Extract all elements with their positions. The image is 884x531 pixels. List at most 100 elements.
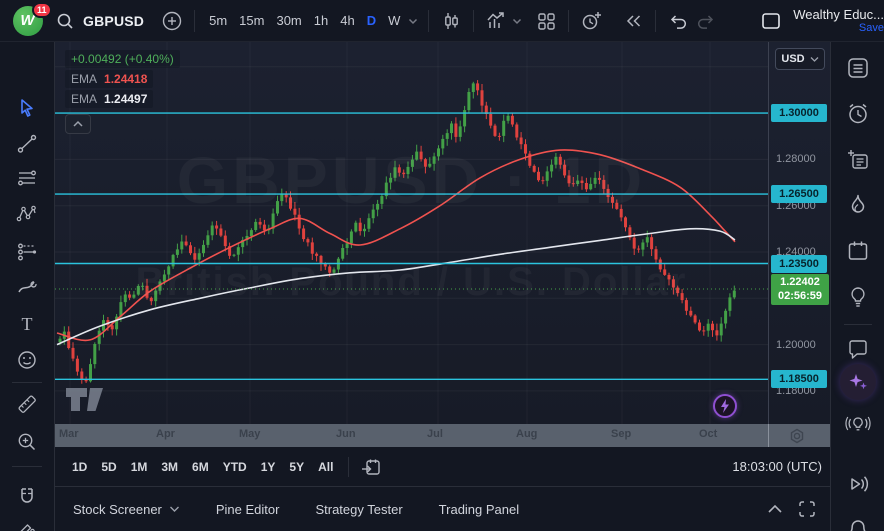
range-6m[interactable]: 6M [185,457,216,477]
forecast-tool[interactable] [13,237,41,265]
time-axis-settings-button[interactable] [787,426,807,446]
range-5d[interactable]: 5D [94,457,123,477]
range-1y[interactable]: 1Y [254,457,283,477]
brand-logo[interactable]: W 11 [0,6,55,36]
text-tool[interactable]: T [13,310,41,338]
tab-stock-screener[interactable]: Stock Screener [73,502,180,517]
tab-strategy-tester[interactable]: Strategy Tester [315,502,402,517]
legend-collapse-button[interactable] [65,114,91,134]
ideas-button[interactable] [844,283,872,311]
time-axis[interactable]: MarAprMayJunJulAugSepOct [55,424,830,447]
range-1d[interactable]: 1D [65,457,94,477]
chart-legend: +0.00492 (+0.40%) EMA 1.24418 EMA 1.2449… [65,50,180,134]
chart-style-button[interactable] [437,7,465,35]
range-1m[interactable]: 1M [124,457,155,477]
symbol-search[interactable]: GBPUSD [55,11,144,31]
expand-panel-chevron-icon[interactable] [766,503,784,515]
tradingview-logo-watermark[interactable] [66,388,104,412]
emoji-tool[interactable] [13,346,41,374]
zoom-in-icon [15,430,39,454]
tab-trading-panel[interactable]: Trading Panel [439,502,519,517]
ema-fast-row[interactable]: EMA 1.24418 [65,70,153,88]
chart-plot[interactable]: GBPUSD · 1D British Pound / U.S. Dollar … [55,42,768,424]
price-change-row[interactable]: +0.00492 (+0.40%) [65,50,180,68]
drawing-mode-lock-tool[interactable] [13,515,41,531]
streams-button[interactable] [844,470,872,498]
alerts-button[interactable] [844,100,872,128]
timeframe-4h[interactable]: 4h [334,10,360,31]
range-all[interactable]: All [311,457,340,477]
timeframe-30m[interactable]: 30m [270,10,307,31]
ai-assistant-button[interactable] [840,364,876,400]
date-range-bar: 1D 5D 1M 3M 6M YTD 1Y 5Y All 18:03:00 (U… [55,447,830,487]
session-clock[interactable]: 18:03:00 (UTC) [732,459,824,474]
level-price-label[interactable]: 1.18500 [771,370,827,388]
forecast-icon [15,239,39,263]
indicators-button[interactable] [482,7,510,35]
instant-trading-button[interactable] [713,394,737,418]
level-price-label[interactable]: 1.30000 [771,104,827,122]
price-axis[interactable]: USD 1.280001.260001.240001.200001.180001… [768,42,830,424]
chat-button[interactable] [844,336,872,364]
cursor-tool[interactable] [13,94,41,122]
level-price-label[interactable]: 1.23500 [771,255,827,273]
undo-button[interactable] [664,7,692,35]
trend-line-tool[interactable] [13,130,41,158]
watchlist-button[interactable] [844,54,872,82]
layout-grid-button[interactable] [532,7,560,35]
month-label: Aug [516,428,537,440]
live-ideas-button[interactable] [844,410,872,438]
range-5y[interactable]: 5Y [282,457,311,477]
range-3m[interactable]: 3M [154,457,185,477]
maximize-panel-icon[interactable] [798,500,816,518]
save-layout-button[interactable]: Save [793,22,884,34]
timeframe-5m[interactable]: 5m [203,10,233,31]
price-tick: 1.20000 [776,337,816,353]
ema-slow-label: EMA [71,92,97,106]
chart-pane[interactable]: GBPUSD · 1D British Pound / U.S. Dollar … [55,42,830,424]
ema-slow-row[interactable]: EMA 1.24497 [65,90,153,108]
magnet-tool[interactable] [13,483,41,511]
layout-name[interactable]: Wealthy Educ... [793,8,884,22]
month-label: Jul [427,428,443,440]
zoom-in-tool[interactable] [13,428,41,456]
range-ytd[interactable]: YTD [216,457,254,477]
timeframe-1w[interactable]: W [382,10,406,31]
redo-button[interactable] [692,7,720,35]
layout-square-icon[interactable] [759,9,783,33]
xabcd-pattern-tool[interactable] [13,200,41,228]
chevron-up-icon [72,120,84,128]
currency-dropdown[interactable]: USD [775,48,825,70]
go-to-date-button[interactable] [357,453,385,481]
gear-icon [789,428,805,444]
trading-app-window: W 11 GBPUSD 5m 15m 30m 1h 4h D W [0,0,884,531]
indicators-icon [484,9,508,33]
last-price-label: 1.2240202:56:59 [771,274,829,305]
calendar-goto-icon [360,456,382,478]
journal-button[interactable] [844,146,872,174]
brush-tool[interactable] [13,273,41,301]
notifications-button[interactable] [844,516,872,531]
alert-clock-icon [845,101,871,127]
divider [348,457,349,477]
level-price-label[interactable]: 1.26500 [771,185,827,203]
redo-arrow-icon [695,10,717,32]
timeframe-menu-chevron-icon[interactable] [406,14,420,28]
bar-replay-button[interactable] [619,7,647,35]
tab-pine-editor[interactable]: Pine Editor [216,502,280,517]
tab-pine-editor-label: Pine Editor [216,502,280,517]
calendar-icon [845,238,871,264]
measure-tool[interactable] [13,390,41,418]
create-alert-button[interactable] [577,7,605,35]
currency-label: USD [781,53,804,65]
calendar-button[interactable] [844,237,872,265]
hotlists-button[interactable] [844,191,872,219]
timeframe-1h[interactable]: 1h [308,10,334,31]
month-label: Apr [156,428,175,440]
indicators-chevron-icon[interactable] [510,14,524,28]
add-symbol-button[interactable] [158,7,186,35]
timeframe-15m[interactable]: 15m [233,10,270,31]
timeframe-1d-active[interactable]: D [361,10,382,31]
svg-text:T: T [22,314,33,334]
fib-retracement-tool[interactable] [13,165,41,193]
